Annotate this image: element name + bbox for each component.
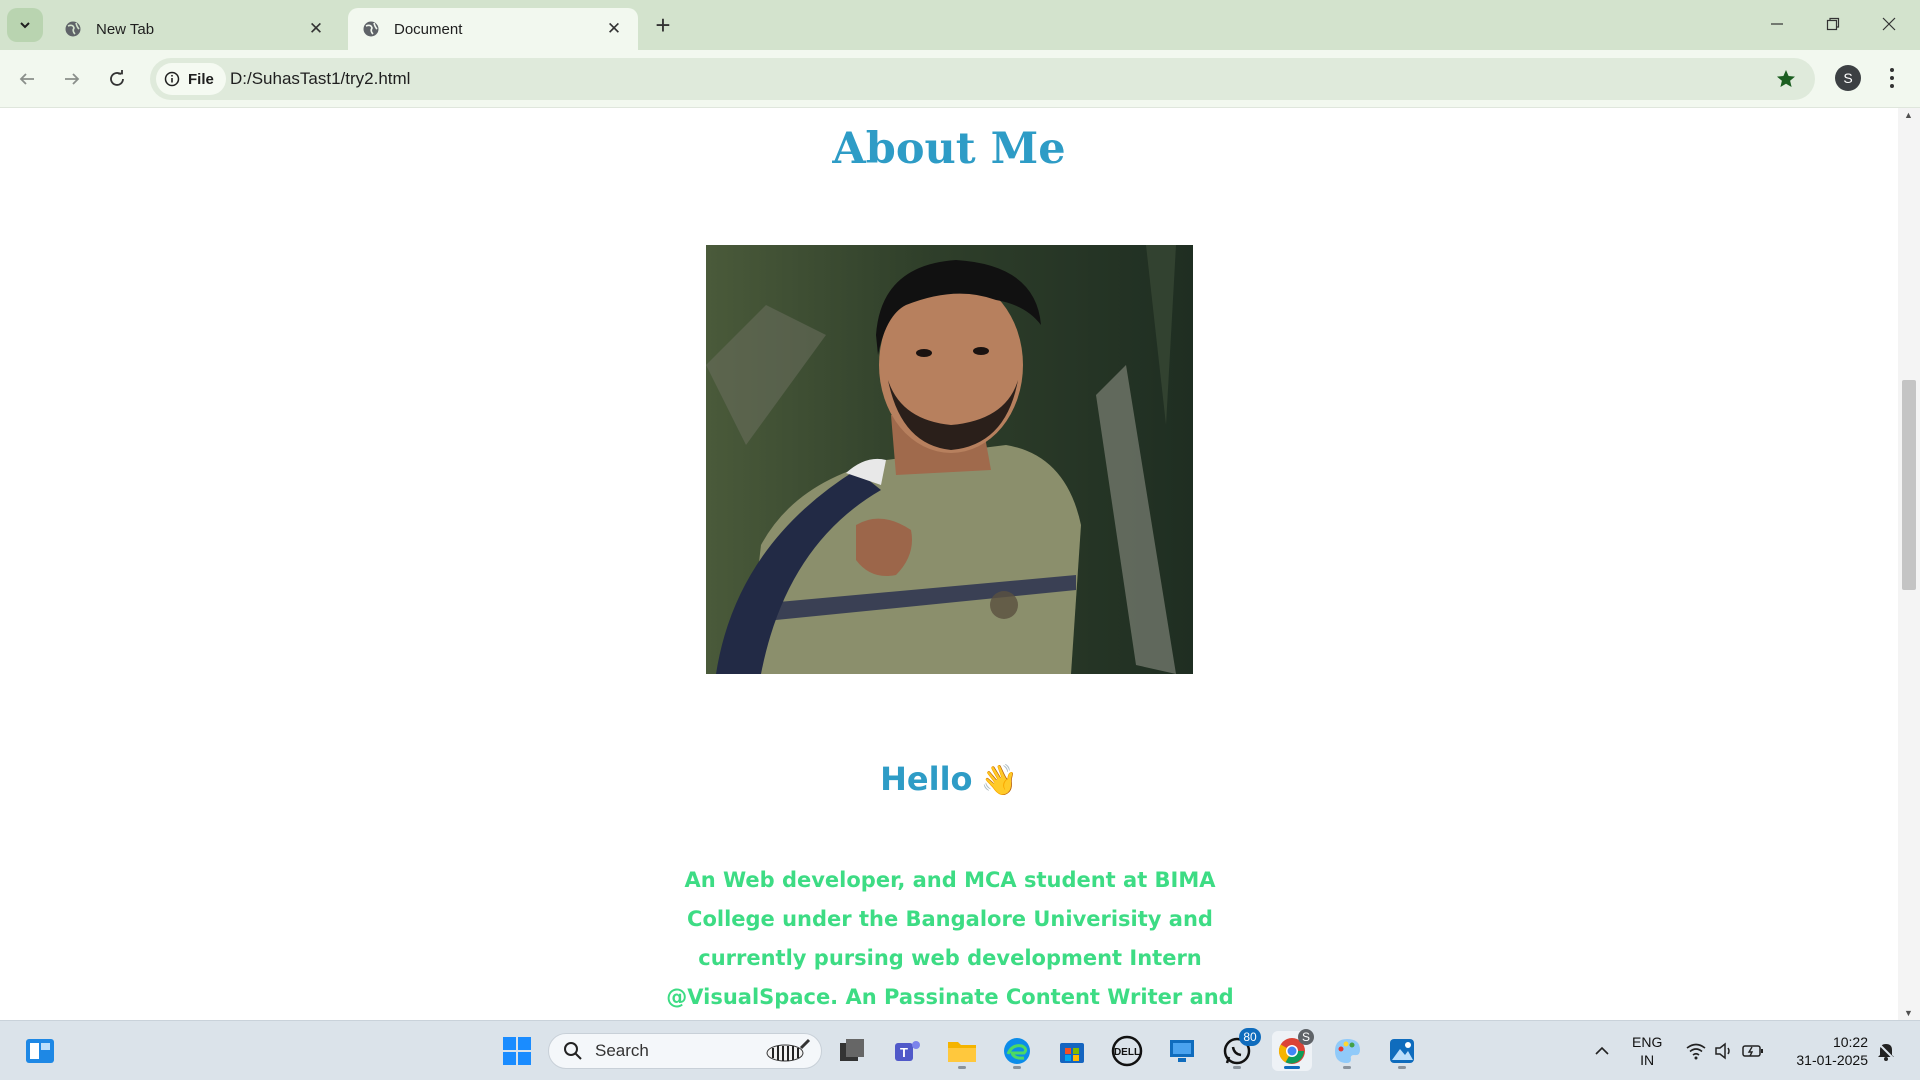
input-language-indicator[interactable]: ENG IN [1632, 1033, 1662, 1069]
tab-document[interactable]: Document ✕ [348, 8, 638, 50]
dell-logo-icon: DELL [1111, 1035, 1143, 1067]
chevron-up-icon [1595, 1046, 1609, 1055]
edge-button[interactable] [997, 1031, 1037, 1071]
taskbar-search-box[interactable]: Search [548, 1033, 822, 1069]
widgets-button[interactable] [20, 1031, 60, 1071]
volume-icon [1715, 1042, 1730, 1060]
waving-hand-icon: 👋 [980, 763, 1018, 798]
back-button[interactable] [10, 62, 44, 96]
notifications-button[interactable] [1870, 1031, 1902, 1071]
close-window-button[interactable] [1864, 4, 1914, 44]
show-hidden-icons-button[interactable] [1582, 1031, 1622, 1071]
bell-icon [1878, 1043, 1894, 1061]
teams-button[interactable]: T [887, 1031, 927, 1071]
language-region: IN [1640, 1052, 1655, 1068]
page-heading: About Me [832, 124, 1066, 174]
restore-button[interactable] [1808, 4, 1858, 44]
notification-badge: 80 [1239, 1028, 1261, 1046]
new-tab-button[interactable]: + [648, 10, 678, 40]
search-icon [564, 1042, 582, 1060]
bookmark-star-icon[interactable] [1775, 68, 1797, 90]
address-bar[interactable]: File D:/SuhasTast1/try2.html [150, 58, 1815, 100]
clock-time: 10:22 [1832, 1034, 1868, 1050]
site-info-label: File [188, 70, 214, 88]
windows-logo-icon [503, 1037, 531, 1065]
svg-text:T: T [900, 1045, 908, 1060]
info-icon [164, 71, 180, 87]
quick-settings-button[interactable] [1680, 1031, 1770, 1071]
running-indicator [1233, 1066, 1241, 1069]
arrow-right-icon [65, 73, 80, 85]
close-icon[interactable]: ✕ [306, 19, 326, 39]
tab-title: Document [394, 20, 463, 38]
arrow-left-icon [19, 73, 34, 85]
start-button[interactable] [497, 1031, 537, 1071]
paint-button[interactable] [1327, 1031, 1367, 1071]
chrome-button[interactable]: S [1272, 1029, 1314, 1071]
globe-icon [363, 21, 379, 37]
scroll-down-arrow-icon[interactable]: ▼ [1904, 1008, 1913, 1018]
scroll-up-arrow-icon[interactable]: ▲ [1904, 110, 1913, 120]
widgets-icon [26, 1039, 54, 1063]
url-text[interactable]: D:/SuhasTast1/try2.html [230, 69, 410, 89]
greeting: Hello 👋 [0, 760, 1898, 798]
store-button[interactable] [1052, 1031, 1092, 1071]
file-explorer-button[interactable] [942, 1031, 982, 1071]
language-code: ENG [1632, 1034, 1663, 1050]
forward-button[interactable] [55, 62, 89, 96]
close-icon [1882, 17, 1896, 31]
whatsapp-button[interactable]: 80 [1217, 1028, 1261, 1071]
profile-badge: S [1297, 1029, 1314, 1045]
task-view-icon [840, 1039, 864, 1061]
minimize-icon [1771, 23, 1783, 25]
site-info-chip[interactable]: File [156, 63, 226, 95]
profile-avatar[interactable]: S [1835, 65, 1861, 91]
close-icon[interactable]: ✕ [604, 19, 624, 39]
remote-desktop-button[interactable] [1162, 1031, 1202, 1071]
palette-icon [1335, 1039, 1360, 1063]
page-scrollbar[interactable]: ▲ ▼ [1898, 108, 1920, 1020]
reload-icon [110, 70, 124, 86]
scroll-thumb[interactable] [1902, 380, 1916, 590]
running-indicator [958, 1066, 966, 1069]
profile-photo [706, 245, 1193, 674]
tab-search-button[interactable] [7, 8, 43, 42]
photos-icon [1390, 1039, 1414, 1063]
tab-strip: New Tab ✕ Document ✕ + [0, 0, 1920, 50]
reload-button[interactable] [100, 62, 134, 96]
photos-button[interactable] [1382, 1031, 1422, 1071]
profile-photo-image [706, 245, 1193, 674]
more-vert-icon [1890, 68, 1894, 88]
wifi-icon [1686, 1043, 1706, 1060]
monitor-icon [1170, 1040, 1194, 1062]
running-indicator [1398, 1066, 1406, 1069]
greeting-text: Hello [880, 760, 973, 798]
tab-title: New Tab [96, 20, 155, 38]
tab-new-tab[interactable]: New Tab ✕ [50, 8, 340, 50]
store-icon [1060, 1043, 1084, 1063]
system-clock[interactable]: 10:22 31-01-2025 [1788, 1033, 1868, 1069]
chevron-down-icon [20, 22, 30, 29]
restore-icon [1826, 17, 1840, 31]
active-indicator [1284, 1066, 1300, 1069]
task-view-button[interactable] [832, 1031, 872, 1071]
browser-toolbar: File D:/SuhasTast1/try2.html [0, 50, 1920, 108]
browser-menu-button[interactable] [1880, 62, 1904, 94]
teams-icon: T [895, 1041, 920, 1061]
clock-date: 31-01-2025 [1796, 1052, 1868, 1068]
bio-paragraph: An Web developer, and MCA student at BIM… [666, 868, 1234, 1009]
globe-icon [65, 21, 81, 37]
zebra-highlight-icon [766, 1038, 811, 1062]
running-indicator [1343, 1066, 1351, 1069]
page-viewport: About Me Hello 👋 An Web developer, and M… [0, 108, 1898, 1020]
edge-icon [1004, 1038, 1030, 1064]
taskbar: Search T DELL 80 S ENG IN 10:22 31-01-20… [0, 1020, 1920, 1080]
folder-icon [948, 1042, 976, 1062]
search-placeholder: Search [595, 1041, 649, 1060]
battery-icon [1742, 1045, 1763, 1057]
minimize-button[interactable] [1752, 4, 1802, 44]
svg-text:DELL: DELL [1114, 1047, 1140, 1058]
dell-button[interactable]: DELL [1107, 1031, 1147, 1071]
running-indicator [1013, 1066, 1021, 1069]
